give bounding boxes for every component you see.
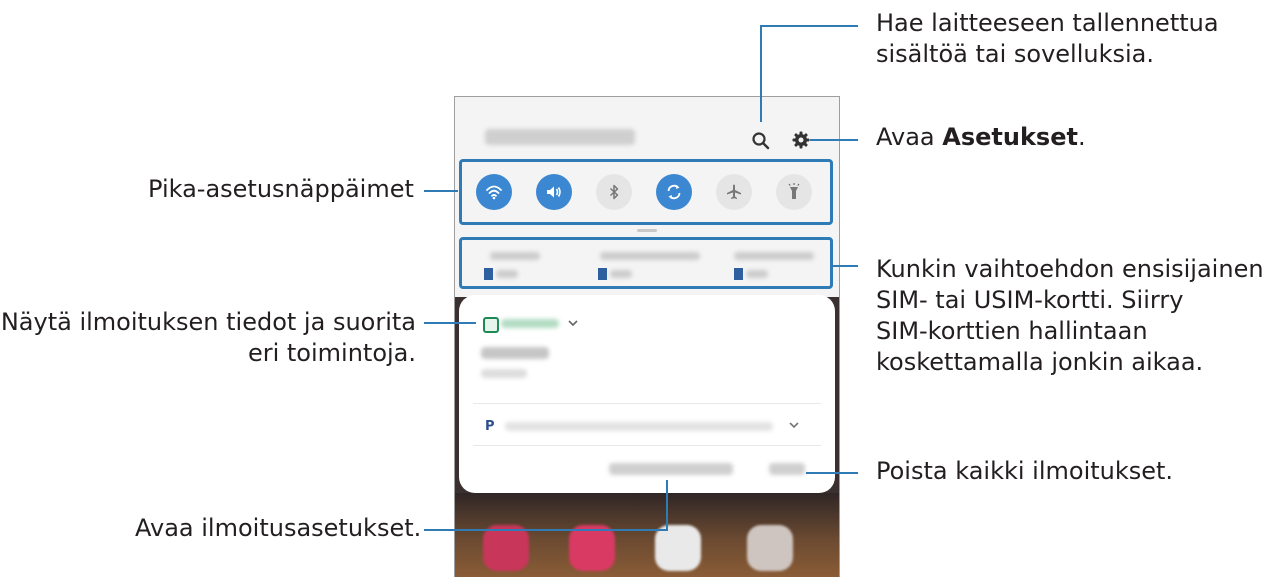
notification-leader	[424, 322, 476, 324]
clear-callout: Poista kaikki ilmoitukset.	[876, 457, 1174, 485]
settings-callout: Avaa Asetukset.	[876, 123, 1086, 151]
quick-settings-callout: Pika-asetusnäppäimet	[148, 175, 414, 203]
flashlight-icon	[788, 183, 800, 199]
sim-messages-icon	[598, 268, 607, 280]
flashlight-toggle[interactable]	[776, 174, 812, 210]
notif-settings-leader-horizontal	[424, 529, 668, 531]
notification-app-icon-p: P	[485, 419, 495, 434]
apps-folder-icon[interactable]	[747, 525, 793, 571]
quick-settings-row	[459, 159, 833, 225]
search-leader-vertical	[760, 25, 762, 122]
notification-card[interactable]: P	[459, 295, 835, 493]
sim-calls-value	[496, 270, 518, 278]
auto-rotate-icon	[667, 184, 681, 200]
search-leader-horizontal	[760, 25, 858, 27]
sim-calls-icon	[484, 268, 493, 280]
sim-data-icon	[734, 268, 743, 280]
notification-settings-button[interactable]	[609, 463, 733, 475]
sound-toggle[interactable]	[536, 174, 572, 210]
auto-rotate-toggle[interactable]	[656, 174, 692, 210]
notification-title	[481, 347, 549, 359]
search-icon[interactable]	[751, 131, 771, 151]
second-notification-text	[505, 422, 773, 431]
sim-card-selector[interactable]	[459, 237, 833, 289]
bixby-app-icon[interactable]	[569, 525, 615, 571]
sim-messages-value	[610, 270, 632, 278]
store-app-icon[interactable]	[483, 525, 529, 571]
sim-data-value	[746, 270, 768, 278]
play-store-app-icon[interactable]	[655, 525, 701, 571]
divider	[473, 445, 821, 446]
sim-calls-label	[490, 252, 540, 260]
chevron-down-icon[interactable]	[568, 319, 578, 327]
notif-settings-leader-vertical	[666, 480, 668, 530]
bluetooth-toggle[interactable]	[596, 174, 632, 210]
notif-settings-callout: Avaa ilmoitusasetukset.	[135, 514, 422, 542]
bluetooth-icon	[609, 184, 619, 200]
clear-leader	[806, 472, 858, 474]
carrier-date-text	[485, 129, 635, 145]
sim-messages-label	[600, 252, 700, 260]
airplane-toggle[interactable]	[716, 174, 752, 210]
search-callout: Hae laitteeseen tallennettua sisältöä ta…	[876, 9, 1219, 68]
phone-screen: P	[454, 96, 840, 577]
panel-drag-handle[interactable]	[637, 229, 657, 232]
notification-callout: Näytä ilmoituksen tiedot ja suorita eri …	[0, 308, 416, 367]
gear-icon[interactable]	[791, 130, 811, 150]
notification-text	[481, 369, 527, 378]
chevron-down-icon[interactable]	[789, 421, 799, 429]
sim-leader	[832, 265, 858, 267]
airplane-icon	[727, 184, 741, 199]
sim-callout: Kunkin vaihtoehdon ensisijainen SIM- tai…	[876, 255, 1264, 376]
sound-icon	[547, 186, 561, 198]
divider	[473, 403, 821, 404]
app-icon	[483, 317, 499, 333]
settings-leader	[810, 139, 858, 141]
notification-panel-header	[455, 97, 839, 297]
app-name	[501, 319, 559, 328]
clear-button[interactable]	[769, 463, 805, 475]
wifi-toggle[interactable]	[476, 174, 512, 210]
quick-settings-leader	[424, 190, 458, 192]
sim-data-label	[734, 252, 814, 260]
wifi-icon	[486, 185, 502, 200]
